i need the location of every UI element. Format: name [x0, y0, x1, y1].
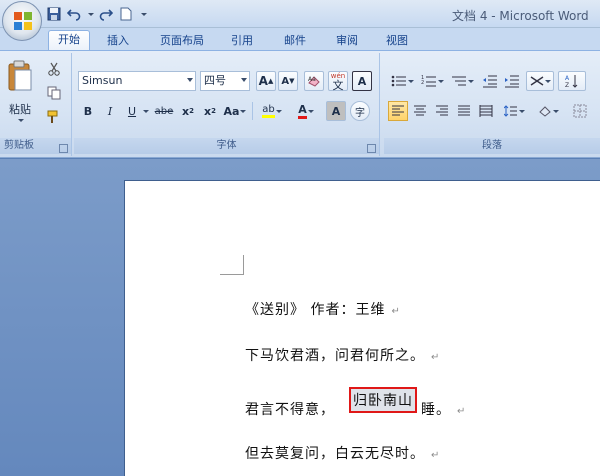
paragraph-mark: ↵: [391, 306, 401, 317]
clipboard-launcher-icon[interactable]: [59, 144, 68, 153]
tab-view[interactable]: 视图: [380, 32, 414, 50]
paste-button[interactable]: 粘贴: [4, 57, 36, 127]
document-page[interactable]: 《送别》 作者：王维 ↵ 下马饮君酒，问君何所之。 ↵ 君言不得意， 睡。 ↵ 归卧南山…: [124, 180, 600, 476]
redo-icon[interactable]: [98, 6, 114, 22]
increase-indent-icon[interactable]: [502, 71, 522, 91]
font-launcher-icon[interactable]: [367, 144, 376, 153]
tab-review[interactable]: 审阅: [330, 32, 364, 50]
distributed-icon[interactable]: [476, 101, 496, 121]
font-size-value: 四号: [204, 74, 226, 87]
tab-page-layout[interactable]: 页面布局: [154, 32, 210, 50]
enclose-chars-button[interactable]: 字: [350, 101, 370, 121]
paste-label: 粘贴: [9, 103, 31, 116]
format-painter-icon[interactable]: [44, 107, 64, 127]
ribbon-tabs: 开始 插入 页面布局 引用 邮件 审阅 视图: [0, 28, 600, 51]
margin-corner-mark: [220, 255, 244, 275]
underline-button[interactable]: U: [122, 101, 142, 121]
doc-line-4[interactable]: 但去莫复问，白云无尽时。 ↵: [245, 443, 440, 463]
font-group-label: 字体: [74, 138, 379, 154]
undo-icon[interactable]: [66, 6, 82, 22]
align-right-icon[interactable]: [432, 101, 452, 121]
align-left-icon[interactable]: [388, 101, 408, 121]
svg-text:2: 2: [421, 80, 424, 86]
tab-mailings[interactable]: 邮件: [278, 32, 312, 50]
superscript-button[interactable]: x2: [200, 101, 220, 121]
bullets-icon[interactable]: [388, 71, 416, 91]
char-border-button[interactable]: A: [352, 71, 372, 91]
multilevel-list-icon[interactable]: [448, 71, 476, 91]
clear-format-icon[interactable]: Aa: [304, 71, 324, 91]
paragraph-mark: ↵: [457, 406, 467, 417]
doc-line-2[interactable]: 下马饮君酒，问君何所之。 ↵: [245, 345, 440, 365]
tab-references[interactable]: 引用: [226, 32, 258, 50]
align-center-icon[interactable]: [410, 101, 430, 121]
paste-icon: [8, 60, 32, 91]
grow-font-button[interactable]: A ▲: [256, 71, 276, 91]
highlight-color-button[interactable]: ab: [256, 101, 288, 121]
undo-dropdown-icon[interactable]: [86, 6, 94, 22]
office-button[interactable]: [2, 1, 42, 41]
title-bar: 文档 4 - Microsoft Word: [0, 0, 600, 28]
numbering-icon[interactable]: 12: [418, 71, 446, 91]
doc-line-1[interactable]: 《送别》 作者：王维 ↵: [245, 299, 401, 319]
borders-icon[interactable]: [566, 101, 594, 121]
paragraph-group-label: 段落: [384, 138, 600, 154]
quick-access-toolbar: [46, 5, 148, 23]
bold-button[interactable]: B: [78, 101, 98, 121]
underline-dropdown-icon[interactable]: [140, 101, 150, 121]
paragraph-mark: ↵: [431, 352, 441, 363]
svg-text:Z: Z: [565, 82, 569, 88]
tab-insert[interactable]: 插入: [100, 32, 136, 50]
shading-icon[interactable]: [534, 101, 562, 121]
change-case-button[interactable]: Aa: [222, 101, 248, 121]
sort-icon[interactable]: AZ: [558, 71, 586, 91]
line-spacing-icon[interactable]: [500, 101, 528, 121]
decrease-indent-icon[interactable]: [480, 71, 500, 91]
phonetic-guide-button[interactable]: wén 文: [328, 71, 348, 91]
font-size-select[interactable]: 四号: [200, 71, 250, 91]
new-document-icon[interactable]: [118, 6, 134, 22]
window-title: 文档 4 - Microsoft Word: [452, 9, 589, 23]
font-name-select[interactable]: Simsun: [78, 71, 196, 91]
office-logo-icon: [14, 12, 32, 30]
font-color-button[interactable]: A: [290, 101, 322, 121]
subscript-button[interactable]: x2: [178, 101, 198, 121]
tab-home[interactable]: 开始: [48, 30, 90, 51]
italic-button[interactable]: I: [100, 101, 120, 121]
copy-icon[interactable]: [44, 83, 64, 103]
chinese-layout-icon[interactable]: [526, 71, 554, 91]
clipboard-group: 粘贴 剪贴板: [0, 53, 72, 156]
ribbon: 粘贴 剪贴板 Simsun 四号 A ▲ A ▼ Aa wén 文 A B I …: [0, 50, 600, 158]
justify-icon[interactable]: [454, 101, 474, 121]
cut-icon[interactable]: [44, 59, 64, 79]
shrink-font-button[interactable]: A ▼: [278, 71, 298, 91]
font-group: Simsun 四号 A ▲ A ▼ Aa wén 文 A B I U abe x2 x…: [74, 53, 380, 156]
paragraph-group: 12 AZ 段落: [384, 53, 600, 156]
font-name-value: Simsun: [82, 74, 123, 87]
paragraph-mark: ↵: [431, 450, 441, 461]
char-shading-button[interactable]: A: [326, 101, 346, 121]
svg-text:A: A: [565, 75, 570, 82]
strikethrough-button[interactable]: abe: [152, 101, 176, 121]
svg-text:Aa: Aa: [308, 76, 316, 83]
selected-text-highlight[interactable]: 归卧南山: [349, 387, 417, 413]
customize-toolbar-icon[interactable]: [138, 6, 148, 22]
save-icon[interactable]: [46, 6, 62, 22]
